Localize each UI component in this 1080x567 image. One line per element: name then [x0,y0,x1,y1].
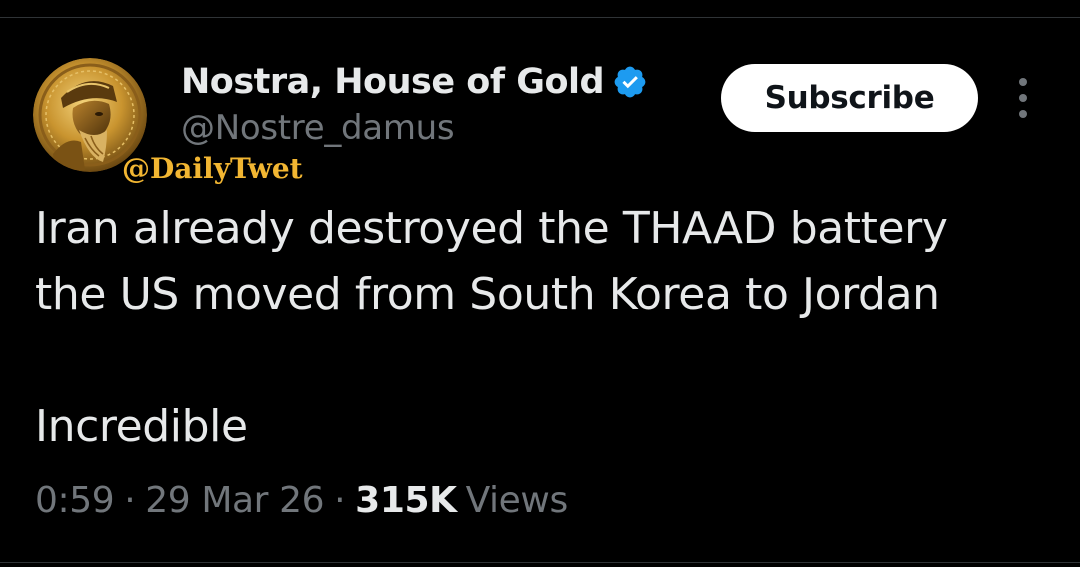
more-dot [1019,94,1027,102]
author-name-row: Nostra, House of Gold [181,60,648,104]
tweet-text: Iran already destroyed the THAAD battery… [35,196,1045,460]
top-divider [0,17,1080,18]
author-handle[interactable]: @Nostre_damus [181,108,455,148]
views-label: Views [465,480,569,521]
meta-separator: · [124,480,136,521]
tweet-line: Iran already destroyed the THAAD battery [35,203,948,254]
subscribe-button[interactable]: Subscribe [721,64,978,132]
verified-badge-icon[interactable] [612,64,648,100]
tweet-line: the US moved from South Korea to Jordan [35,269,940,320]
tweet-date[interactable]: 29 Mar 26 [145,480,324,521]
views-count[interactable]: 315K [355,480,457,521]
bottom-divider [0,562,1080,563]
tweet-line: Incredible [35,401,248,452]
tweet-meta: 0:59 · 29 Mar 26 · 315K Views [35,480,568,521]
display-name[interactable]: Nostra, House of Gold [181,62,605,102]
more-dot [1019,78,1027,86]
tweet-time[interactable]: 0:59 [35,480,115,521]
meta-separator: · [334,480,346,521]
watermark-label: @DailyTwet [122,152,303,185]
more-options-icon[interactable] [1008,78,1038,118]
more-dot [1019,110,1027,118]
